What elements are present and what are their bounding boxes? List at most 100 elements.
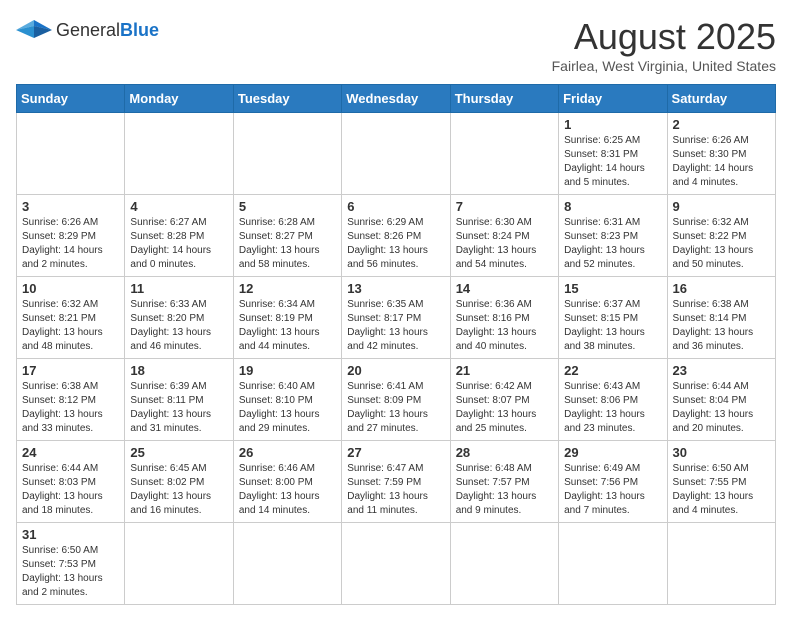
day-number: 28 [456, 445, 553, 460]
day-info: Sunrise: 6:30 AM Sunset: 8:24 PM Dayligh… [456, 216, 553, 272]
weekday-header-tuesday: Tuesday [233, 85, 341, 113]
day-number: 11 [130, 281, 227, 296]
day-number: 14 [456, 281, 553, 296]
calendar-cell [233, 523, 341, 605]
calendar-cell: 19Sunrise: 6:40 AM Sunset: 8:10 PM Dayli… [233, 359, 341, 441]
day-info: Sunrise: 6:47 AM Sunset: 7:59 PM Dayligh… [347, 462, 444, 518]
calendar-cell: 13 Sunrise: 6:35 AM Sunset: 8:17 PM Dayli… [342, 277, 450, 359]
calendar-cell: 1 Sunrise: 6:25 AM Sunset: 8:31 PM Daylig… [559, 113, 667, 195]
day-number: 2 [673, 117, 770, 132]
calendar-cell: 30Sunrise: 6:50 AM Sunset: 7:55 PM Dayli… [667, 441, 775, 523]
day-info: Sunrise: 6:50 AM Sunset: 7:53 PM Dayligh… [22, 544, 119, 600]
calendar-cell: 20Sunrise: 6:41 AM Sunset: 8:09 PM Dayli… [342, 359, 450, 441]
day-number: 7 [456, 199, 553, 214]
logo-text: GeneralBlue [56, 20, 159, 41]
day-info: Sunrise: 6:40 AM Sunset: 8:10 PM Dayligh… [239, 380, 336, 436]
page-header: GeneralBlue August 2025 Fairlea, West Vi… [16, 16, 776, 74]
calendar-cell: 14 Sunrise: 6:36 AM Sunset: 8:16 PM Dayli… [450, 277, 558, 359]
day-info: Sunrise: 6:26 AM Sunset: 8:30 PM Dayligh… [673, 134, 770, 190]
day-number: 24 [22, 445, 119, 460]
calendar-cell: 31Sunrise: 6:50 AM Sunset: 7:53 PM Dayli… [17, 523, 125, 605]
day-info: Sunrise: 6:41 AM Sunset: 8:09 PM Dayligh… [347, 380, 444, 436]
day-info: Sunrise: 6:27 AM Sunset: 8:28 PM Dayligh… [130, 216, 227, 272]
day-info: Sunrise: 6:44 AM Sunset: 8:04 PM Dayligh… [673, 380, 770, 436]
day-number: 22 [564, 363, 661, 378]
day-info: Sunrise: 6:32 AM Sunset: 8:22 PM Dayligh… [673, 216, 770, 272]
calendar-cell: 27Sunrise: 6:47 AM Sunset: 7:59 PM Dayli… [342, 441, 450, 523]
day-info: Sunrise: 6:49 AM Sunset: 7:56 PM Dayligh… [564, 462, 661, 518]
calendar-week-row: 24Sunrise: 6:44 AM Sunset: 8:03 PM Dayli… [17, 441, 776, 523]
day-number: 8 [564, 199, 661, 214]
day-info: Sunrise: 6:42 AM Sunset: 8:07 PM Dayligh… [456, 380, 553, 436]
day-info: Sunrise: 6:35 AM Sunset: 8:17 PM Dayligh… [347, 298, 444, 354]
day-info: Sunrise: 6:38 AM Sunset: 8:14 PM Dayligh… [673, 298, 770, 354]
day-number: 13 [347, 281, 444, 296]
day-info: Sunrise: 6:33 AM Sunset: 8:20 PM Dayligh… [130, 298, 227, 354]
calendar-cell: 22Sunrise: 6:43 AM Sunset: 8:06 PM Dayli… [559, 359, 667, 441]
day-info: Sunrise: 6:46 AM Sunset: 8:00 PM Dayligh… [239, 462, 336, 518]
calendar-cell [233, 113, 341, 195]
day-number: 23 [673, 363, 770, 378]
calendar-cell: 4Sunrise: 6:27 AM Sunset: 8:28 PM Daylig… [125, 195, 233, 277]
calendar-cell [559, 523, 667, 605]
day-number: 21 [456, 363, 553, 378]
day-number: 5 [239, 199, 336, 214]
day-info: Sunrise: 6:29 AM Sunset: 8:26 PM Dayligh… [347, 216, 444, 272]
logo: GeneralBlue [16, 16, 159, 44]
day-info: Sunrise: 6:38 AM Sunset: 8:12 PM Dayligh… [22, 380, 119, 436]
calendar-cell [125, 523, 233, 605]
day-number: 9 [673, 199, 770, 214]
calendar-week-row: 3Sunrise: 6:26 AM Sunset: 8:29 PM Daylig… [17, 195, 776, 277]
day-info: Sunrise: 6:37 AM Sunset: 8:15 PM Dayligh… [564, 298, 661, 354]
weekday-header-friday: Friday [559, 85, 667, 113]
calendar-cell [17, 113, 125, 195]
calendar-cell: 24Sunrise: 6:44 AM Sunset: 8:03 PM Dayli… [17, 441, 125, 523]
day-number: 16 [673, 281, 770, 296]
day-info: Sunrise: 6:31 AM Sunset: 8:23 PM Dayligh… [564, 216, 661, 272]
calendar-cell: 11 Sunrise: 6:33 AM Sunset: 8:20 PM Dayli… [125, 277, 233, 359]
calendar-cell: 21 Sunrise: 6:42 AM Sunset: 8:07 PM Dayli… [450, 359, 558, 441]
calendar-week-row: 10Sunrise: 6:32 AM Sunset: 8:21 PM Dayli… [17, 277, 776, 359]
day-number: 18 [130, 363, 227, 378]
logo-icon [16, 16, 52, 44]
calendar-cell [450, 523, 558, 605]
day-number: 30 [673, 445, 770, 460]
calendar-cell: 26 Sunrise: 6:46 AM Sunset: 8:00 PM Dayli… [233, 441, 341, 523]
calendar-cell: 28 Sunrise: 6:48 AM Sunset: 7:57 PM Dayli… [450, 441, 558, 523]
calendar-cell [450, 113, 558, 195]
day-number: 12 [239, 281, 336, 296]
calendar-cell [125, 113, 233, 195]
calendar-cell: 15Sunrise: 6:37 AM Sunset: 8:15 PM Dayli… [559, 277, 667, 359]
day-info: Sunrise: 6:32 AM Sunset: 8:21 PM Dayligh… [22, 298, 119, 354]
day-number: 3 [22, 199, 119, 214]
calendar-cell: 16 Sunrise: 6:38 AM Sunset: 8:14 PM Dayli… [667, 277, 775, 359]
calendar-cell: 18 Sunrise: 6:39 AM Sunset: 8:11 PM Dayli… [125, 359, 233, 441]
calendar-cell: 2 Sunrise: 6:26 AM Sunset: 8:30 PM Daylig… [667, 113, 775, 195]
calendar-cell: 6Sunrise: 6:29 AM Sunset: 8:26 PM Daylig… [342, 195, 450, 277]
calendar-cell: 12 Sunrise: 6:34 AM Sunset: 8:19 PM Dayli… [233, 277, 341, 359]
day-info: Sunrise: 6:48 AM Sunset: 7:57 PM Dayligh… [456, 462, 553, 518]
weekday-header-monday: Monday [125, 85, 233, 113]
calendar-cell [342, 113, 450, 195]
calendar-subtitle: Fairlea, West Virginia, United States [552, 58, 776, 74]
title-section: August 2025 Fairlea, West Virginia, Unit… [552, 16, 776, 74]
day-info: Sunrise: 6:36 AM Sunset: 8:16 PM Dayligh… [456, 298, 553, 354]
calendar-table: SundayMondayTuesdayWednesdayThursdayFrid… [16, 84, 776, 605]
day-info: Sunrise: 6:25 AM Sunset: 8:31 PM Dayligh… [564, 134, 661, 190]
day-number: 17 [22, 363, 119, 378]
day-number: 29 [564, 445, 661, 460]
weekday-header-thursday: Thursday [450, 85, 558, 113]
day-info: Sunrise: 6:39 AM Sunset: 8:11 PM Dayligh… [130, 380, 227, 436]
calendar-cell: 8 Sunrise: 6:31 AM Sunset: 8:23 PM Daylig… [559, 195, 667, 277]
weekday-header-row: SundayMondayTuesdayWednesdayThursdayFrid… [17, 85, 776, 113]
day-number: 1 [564, 117, 661, 132]
calendar-cell: 25Sunrise: 6:45 AM Sunset: 8:02 PM Dayli… [125, 441, 233, 523]
calendar-cell: 5Sunrise: 6:28 AM Sunset: 8:27 PM Daylig… [233, 195, 341, 277]
calendar-cell: 10Sunrise: 6:32 AM Sunset: 8:21 PM Dayli… [17, 277, 125, 359]
weekday-header-sunday: Sunday [17, 85, 125, 113]
calendar-cell: 9 Sunrise: 6:32 AM Sunset: 8:22 PM Daylig… [667, 195, 775, 277]
day-info: Sunrise: 6:34 AM Sunset: 8:19 PM Dayligh… [239, 298, 336, 354]
weekday-header-saturday: Saturday [667, 85, 775, 113]
day-number: 26 [239, 445, 336, 460]
calendar-cell: 7 Sunrise: 6:30 AM Sunset: 8:24 PM Daylig… [450, 195, 558, 277]
